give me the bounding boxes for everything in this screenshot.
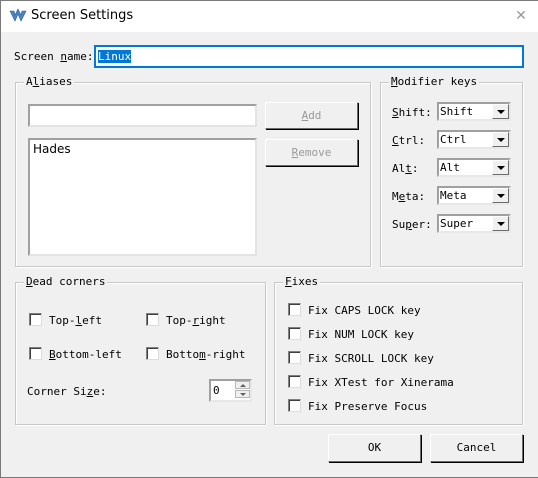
modifier-meta-select[interactable]: Meta — [437, 186, 511, 205]
aliases-group-title: Aliases — [24, 75, 75, 88]
modifier-super-select[interactable]: Super — [437, 214, 511, 233]
modifier-shift-select[interactable]: Shift — [437, 102, 511, 121]
screen-name-label: Screen name: — [14, 50, 94, 63]
aliases-list[interactable]: Hades — [28, 138, 257, 256]
alias-input[interactable] — [28, 104, 257, 127]
spin-up-icon[interactable] — [235, 381, 250, 389]
app-icon — [9, 8, 27, 22]
fix-xtest-label: Fix XTest for Xinerama — [308, 376, 454, 389]
modifier-ctrl-label: Ctrl: — [392, 134, 426, 147]
add-alias-button[interactable]: Add — [265, 102, 358, 129]
corner-size-label: Corner Size: — [27, 385, 107, 398]
list-item[interactable]: Hades — [33, 142, 71, 156]
ok-button[interactable]: OK — [328, 434, 421, 462]
modifier-alt-select[interactable]: Alt — [437, 158, 511, 177]
bottom-right-checkbox[interactable] — [146, 347, 159, 360]
fix-scroll-lock-label: Fix SCROLL LOCK key — [308, 352, 434, 365]
chevron-down-icon[interactable] — [492, 160, 509, 175]
cancel-button[interactable]: Cancel — [430, 434, 523, 462]
fix-preserve-focus-checkbox[interactable] — [288, 399, 301, 412]
screen-settings-dialog: Screen Settings ✕ Screen name: Linux Ali… — [0, 0, 538, 478]
corner-size-value: 0 — [213, 384, 220, 397]
chevron-down-icon[interactable] — [492, 188, 509, 203]
modifier-keys-group-title: Modifier keys — [389, 75, 480, 88]
bottom-right-label: Bottom-right — [166, 348, 246, 361]
window-title: Screen Settings — [31, 8, 134, 23]
close-icon[interactable]: ✕ — [514, 9, 528, 23]
top-right-checkbox[interactable] — [146, 313, 159, 326]
dead-corners-group-title: Dead corners — [24, 275, 108, 288]
bottom-left-checkbox[interactable] — [29, 347, 42, 360]
screen-name-input[interactable]: Linux — [94, 45, 524, 68]
chevron-down-icon[interactable] — [492, 104, 509, 119]
modifier-alt-label: Alt: — [392, 162, 419, 175]
bottom-left-label: Bottom-left — [49, 348, 122, 361]
screen-name-value: Linux — [98, 50, 132, 63]
modifier-shift-label: Shift: — [392, 106, 432, 119]
fix-caps-lock-label: Fix CAPS LOCK key — [308, 304, 421, 317]
fixes-group-title: Fixes — [283, 275, 321, 288]
fix-caps-lock-checkbox[interactable] — [288, 303, 301, 316]
spin-down-icon[interactable] — [235, 390, 250, 398]
modifier-ctrl-select[interactable]: Ctrl — [437, 130, 511, 149]
fix-num-lock-label: Fix NUM LOCK key — [308, 328, 414, 341]
modifier-meta-label: Meta: — [392, 190, 426, 203]
corner-size-stepper[interactable]: 0 — [209, 379, 252, 402]
fix-preserve-focus-label: Fix Preserve Focus — [308, 400, 428, 413]
fix-scroll-lock-checkbox[interactable] — [288, 351, 301, 364]
top-left-label: Top-left — [49, 314, 102, 327]
title-bar: Screen Settings ✕ — [1, 1, 538, 32]
fix-num-lock-checkbox[interactable] — [288, 327, 301, 340]
top-left-checkbox[interactable] — [29, 313, 42, 326]
top-right-label: Top-right — [166, 314, 226, 327]
fix-xtest-checkbox[interactable] — [288, 375, 301, 388]
chevron-down-icon[interactable] — [492, 132, 509, 147]
modifier-super-label: Super: — [392, 218, 432, 231]
remove-alias-button[interactable]: Remove — [265, 139, 358, 166]
chevron-down-icon[interactable] — [492, 216, 509, 231]
